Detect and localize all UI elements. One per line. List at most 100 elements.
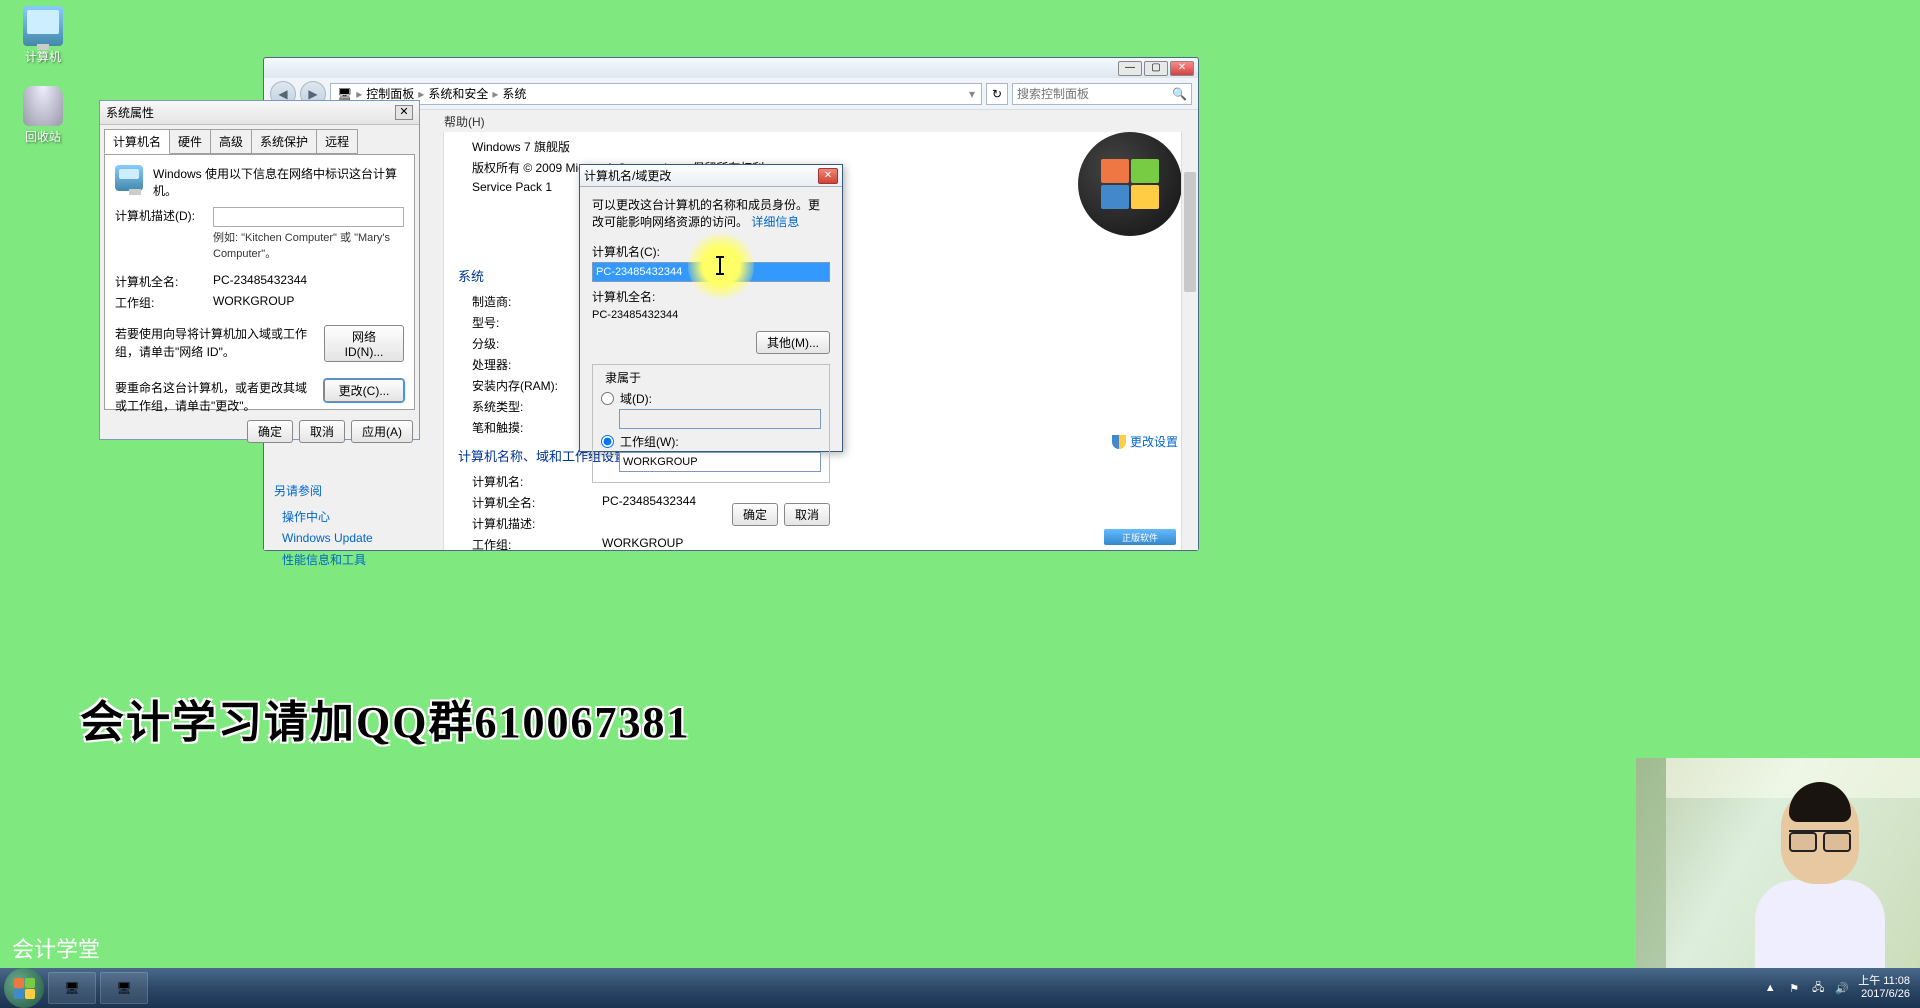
system-properties-dialog: 系统属性 ✕ 计算机名 硬件 高级 系统保护 远程 Windows 使用以下信息… (99, 100, 420, 440)
desktop-icon-computer[interactable]: 计算机 (8, 6, 78, 65)
member-of-group: 隶属于 域(D): 工作组(W): (592, 364, 830, 483)
dialog-title: 计算机名/域更改 (584, 167, 671, 184)
desktop-icon-recycle[interactable]: 回收站 (8, 86, 78, 145)
tab-remote[interactable]: 远程 (316, 129, 358, 154)
details-link[interactable]: 详细信息 (751, 215, 799, 229)
dialog-titlebar[interactable]: 计算机名/域更改 ✕ (580, 165, 842, 187)
search-icon[interactable]: 🔍 (1172, 87, 1187, 101)
scrollbar[interactable] (1181, 132, 1198, 550)
start-button[interactable] (4, 968, 44, 1008)
ok-button[interactable]: 确定 (732, 503, 778, 526)
computer-name-input[interactable] (592, 262, 830, 282)
value-full-name: PC-23485432344 (592, 309, 830, 321)
close-button[interactable]: ✕ (1170, 61, 1194, 76)
desktop-icon-label: 计算机 (8, 48, 78, 65)
label-fullname: 计算机全名: (115, 273, 213, 290)
tab-system-protection[interactable]: 系统保护 (251, 129, 317, 154)
dialog-buttons: 确定 取消 应用(A) (100, 414, 419, 449)
change-settings-link[interactable]: 更改设置 (1112, 433, 1178, 450)
workgroup-radio[interactable] (601, 435, 614, 448)
dialog-message: 可以更改这台计算机的名称和成员身份。更改可能影响网络资源的访问。 详细信息 (592, 197, 830, 231)
taskbar-item[interactable]: 🖥 (100, 972, 148, 1004)
menu-help[interactable]: 帮助(H) (444, 113, 485, 130)
value-fullname: PC-23485432344 (213, 273, 307, 290)
tab-hardware[interactable]: 硬件 (169, 129, 211, 154)
change-settings-label: 更改设置 (1130, 433, 1178, 450)
window-titlebar[interactable]: — ▢ ✕ (264, 58, 1198, 78)
label-workgroup: 工作组(W): (620, 433, 679, 450)
sidebar-heading: 另请参阅 (274, 482, 433, 499)
tray-show-hidden-icon[interactable]: ▲ (1762, 980, 1778, 996)
computer-name-change-dialog: 计算机名/域更改 ✕ 可以更改这台计算机的名称和成员身份。更改可能影响网络资源的… (579, 164, 843, 452)
description-hint: 例如: "Kitchen Computer" 或 "Mary's Compute… (213, 229, 404, 261)
breadcrumb[interactable]: 🖥▸ 控制面板▸ 系统和安全▸ 系统 ▾ (330, 83, 982, 105)
network-id-note: 若要使用向导将计算机加入域或工作组，请单击"网络 ID"。 (115, 325, 316, 361)
computer-icon (115, 165, 145, 195)
breadcrumb-item[interactable]: 系统 (502, 85, 526, 102)
label-description: 计算机描述(D): (115, 207, 205, 224)
windows-logo (1078, 132, 1182, 236)
label-full-name: 计算机全名: (592, 288, 830, 305)
cancel-button[interactable]: 取消 (784, 503, 830, 526)
description-input[interactable] (213, 207, 404, 227)
sidebar-item-perf-info[interactable]: 性能信息和工具 (274, 548, 433, 571)
change-note: 要重命名这台计算机，或者更改其域或工作组，请单击"更改"。 (115, 379, 316, 415)
dialog-titlebar[interactable]: 系统属性 ✕ (100, 101, 419, 125)
tray-network-icon[interactable]: 🖧 (1810, 980, 1826, 996)
label-computer-name: 计算机名(C): (592, 243, 830, 260)
taskbar-item[interactable]: 🖥 (48, 972, 96, 1004)
dialog-title: 系统属性 (106, 104, 154, 121)
change-button[interactable]: 更改(C)... (324, 379, 404, 402)
apply-button[interactable]: 应用(A) (351, 420, 413, 443)
tray-flag-icon[interactable]: ⚑ (1786, 980, 1802, 996)
system-tray: ▲ ⚑ 🖧 🔊 上午 11:08 2017/6/26 (1762, 975, 1916, 1001)
domain-radio[interactable] (601, 392, 614, 405)
tray-volume-icon[interactable]: 🔊 (1834, 980, 1850, 996)
recycle-icon (23, 86, 63, 126)
breadcrumb-icon: 🖥 (337, 87, 352, 101)
clock[interactable]: 上午 11:08 2017/6/26 (1858, 975, 1910, 1001)
domain-input (619, 409, 821, 429)
text-cursor-icon (719, 257, 721, 274)
computer-icon (23, 6, 63, 46)
clock-date: 2017/6/26 (1858, 988, 1910, 1001)
shield-icon (1112, 435, 1126, 449)
service-pack: Service Pack 1 (472, 180, 552, 194)
search-input[interactable] (1017, 87, 1172, 101)
webcam-overlay (1636, 758, 1920, 968)
brand-text: 会计学堂 (12, 932, 100, 964)
value-workgroup: WORKGROUP (213, 294, 294, 311)
more-button[interactable]: 其他(M)... (756, 331, 830, 354)
group-title: 隶属于 (601, 369, 645, 386)
maximize-button[interactable]: ▢ (1144, 61, 1168, 76)
taskbar: 🖥 🖥 ▲ ⚑ 🖧 🔊 上午 11:08 2017/6/26 (0, 968, 1920, 1008)
value-workgroup: WORKGROUP (602, 536, 683, 550)
tab-computer-name[interactable]: 计算机名 (104, 129, 170, 154)
tab-panel: Windows 使用以下信息在网络中标识这台计算机。 计算机描述(D): 例如:… (104, 154, 415, 410)
genuine-badge: 正版软件 (1104, 529, 1176, 545)
breadcrumb-dropdown[interactable]: ▾ (969, 87, 975, 101)
edition-text: Windows 7 旗舰版 (472, 138, 570, 155)
label-workgroup: 工作组: (472, 536, 602, 550)
scrollbar-thumb[interactable] (1184, 172, 1196, 292)
clock-time: 上午 11:08 (1858, 975, 1910, 988)
close-button[interactable]: ✕ (395, 105, 413, 120)
cancel-button[interactable]: 取消 (299, 420, 345, 443)
desktop-icon-label: 回收站 (8, 128, 78, 145)
intro-text: Windows 使用以下信息在网络中标识这台计算机。 (153, 165, 404, 199)
close-button[interactable]: ✕ (818, 168, 838, 184)
label-domain: 域(D): (620, 390, 652, 407)
tabs: 计算机名 硬件 高级 系统保护 远程 (100, 125, 419, 154)
sidebar-item-action-center[interactable]: 操作中心 (274, 505, 433, 528)
sidebar-item-windows-update[interactable]: Windows Update (274, 528, 433, 548)
watermark-text: 会计学习请加QQ群610067381 (80, 686, 690, 750)
refresh-button[interactable]: ↻ (986, 83, 1008, 105)
minimize-button[interactable]: — (1118, 61, 1142, 76)
breadcrumb-item[interactable]: 系统和安全 (428, 85, 488, 102)
tab-advanced[interactable]: 高级 (210, 129, 252, 154)
dialog-buttons: 确定 取消 (580, 503, 842, 534)
workgroup-input[interactable] (619, 452, 821, 472)
network-id-button[interactable]: 网络 ID(N)... (324, 325, 404, 362)
ok-button[interactable]: 确定 (247, 420, 293, 443)
search-box[interactable]: 🔍 (1012, 83, 1192, 105)
